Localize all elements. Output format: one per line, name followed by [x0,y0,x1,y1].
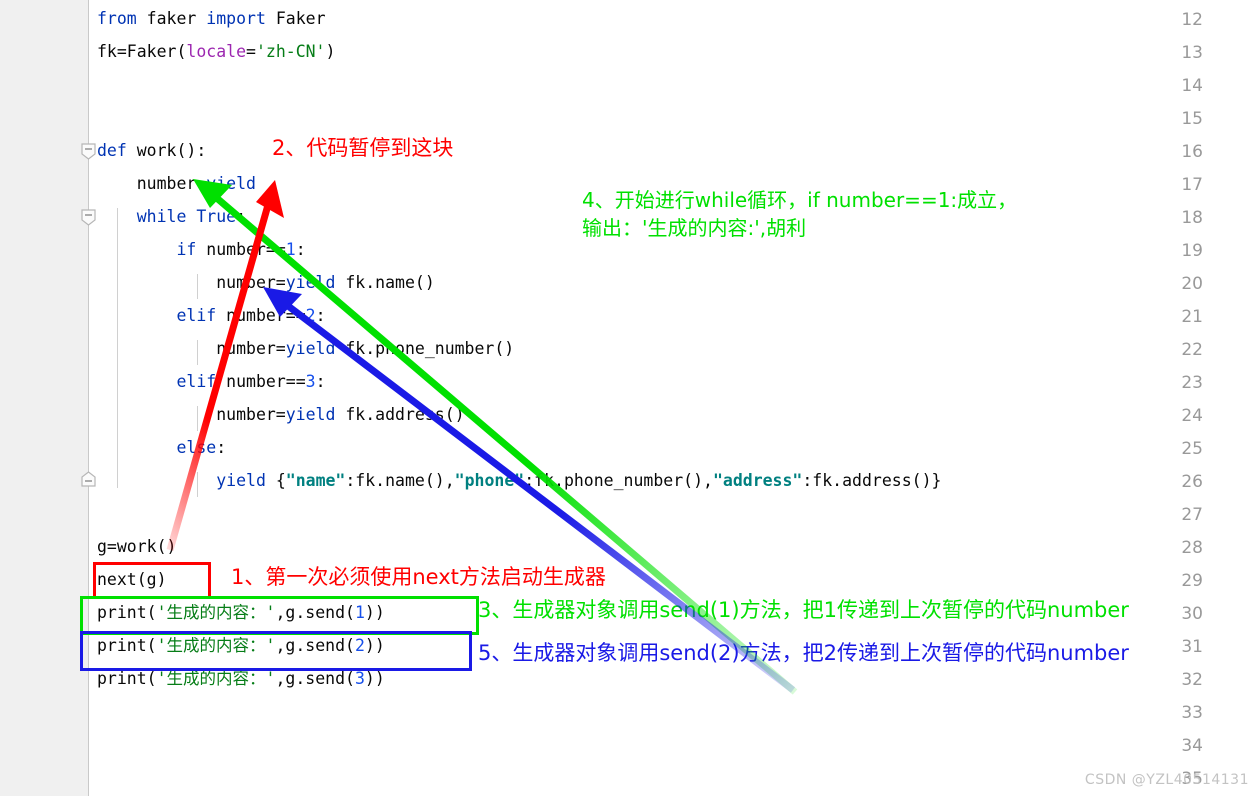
code-line-28[interactable]: g=work() [97,538,176,556]
keyword-if: if [176,240,197,259]
keyword-from: from [97,9,137,28]
keyword-elif: elif [176,372,217,391]
code-line-21[interactable]: elif number==2: [97,306,326,325]
highlight-box-send1 [80,596,479,635]
call-expression: fk.phone_number() [335,339,515,358]
annotation-4-line2: 输出：'生成的内容:',胡利 [582,216,807,240]
keyword-yield: yield [285,273,336,292]
keyword-true: True [186,207,237,226]
string-literal: '生成的内容：' [156,669,276,688]
colon: : [315,306,326,325]
send-call: ,g.send( [275,669,355,688]
code-line-26[interactable]: yield {"name":fk.name(),"phone":fk.phone… [97,472,941,490]
code-editor: 12 13 14 15 16 17 18 19 20 21 22 23 24 2… [0,0,1259,796]
code-line-19[interactable]: if number==1: [97,240,306,259]
assign-prefix: number= [97,174,207,193]
code-line-24[interactable]: number=yield fk.address() [97,405,465,424]
fold-marker-collapse-icon[interactable] [81,209,96,226]
code-line-12[interactable]: from faker import Faker [97,10,326,28]
code-line-32[interactable]: print('生成的内容：',g.send(3)) [97,670,385,688]
dict-value-address: :fk.address()} [802,471,942,490]
module-name: faker [136,9,207,28]
keyword-while: while [136,207,187,226]
keyword-elif: elif [176,306,217,325]
keyword-import: import [206,9,266,28]
watermark: CSDN @YZL40514131 [1084,772,1249,788]
annotation-4-line1: 4、开始进行while循环，if number==1:成立， [582,188,1018,212]
code-line-18[interactable]: while True: [97,208,246,226]
colon: : [295,240,306,259]
gutter-divider [88,0,89,796]
call-expression: fk.address() [335,405,465,424]
dict-value-phone: :fk.phone_number(), [524,471,713,490]
generator-assignment: g=work() [97,537,177,556]
dict-value-name: :fk.name(), [345,471,455,490]
condition: number== [216,372,306,391]
named-arg-locale: locale [186,42,247,61]
code-line-16[interactable]: def work(): [97,142,206,160]
annotation-2: 2、代码暂停到这块 [272,136,454,160]
assign-prefix: number= [97,405,286,424]
open-brace: { [265,471,286,490]
equals: = [246,42,256,61]
code-line-20[interactable]: number=yield fk.name() [97,274,435,292]
function-signature: work(): [126,141,207,160]
condition: number== [196,240,286,259]
number-literal: 3 [354,669,365,688]
colon: : [315,372,326,391]
code-line-17[interactable]: number=yield [97,175,256,193]
print-call: print( [97,669,157,688]
call-expression: fk.name() [335,273,435,292]
close-parens: )) [364,669,385,688]
highlight-box-next-call [93,562,211,599]
dict-key-phone: "phone" [454,471,525,490]
dict-key-name: "name" [285,471,346,490]
assign-prefix: number= [97,273,286,292]
keyword-yield: yield [285,405,336,424]
dict-key-address: "address" [712,471,803,490]
keyword-else: else [176,438,217,457]
colon: : [216,438,227,457]
assign-prefix: fk=Faker( [97,42,187,61]
annotation-1: 1、第一次必须使用next方法启动生成器 [231,565,606,589]
highlight-box-send2 [80,631,472,671]
fold-marker-end-icon[interactable] [81,471,96,487]
number-literal: 1 [285,240,296,259]
assign-prefix: number= [97,339,286,358]
annotation-5: 5、生成器对象调用send(2)方法，把2传递到上次暂停的代码number [478,641,1129,665]
number-literal: 3 [305,372,316,391]
annotation-3: 3、生成器对象调用send(1)方法，把1传递到上次暂停的代码number [478,598,1129,622]
condition: number== [216,306,306,325]
fold-marker-collapse-icon[interactable] [81,143,96,160]
keyword-yield: yield [206,174,256,193]
line-number-gutter [0,0,88,796]
close-paren: ) [325,42,336,61]
code-line-25[interactable]: else: [97,439,226,457]
keyword-yield: yield [285,339,336,358]
string-literal: 'zh-CN' [255,42,326,61]
code-line-22[interactable]: number=yield fk.phone_number() [97,340,514,358]
code-content[interactable]: from faker import Faker fk=Faker(locale=… [97,0,1259,796]
code-line-13[interactable]: fk=Faker(locale='zh-CN') [97,43,335,61]
code-line-23[interactable]: elif number==3: [97,372,326,391]
imported-name: Faker [265,9,326,28]
keyword-yield: yield [216,471,266,490]
colon: : [236,207,247,226]
number-literal: 2 [305,306,316,325]
keyword-def: def [97,141,127,160]
